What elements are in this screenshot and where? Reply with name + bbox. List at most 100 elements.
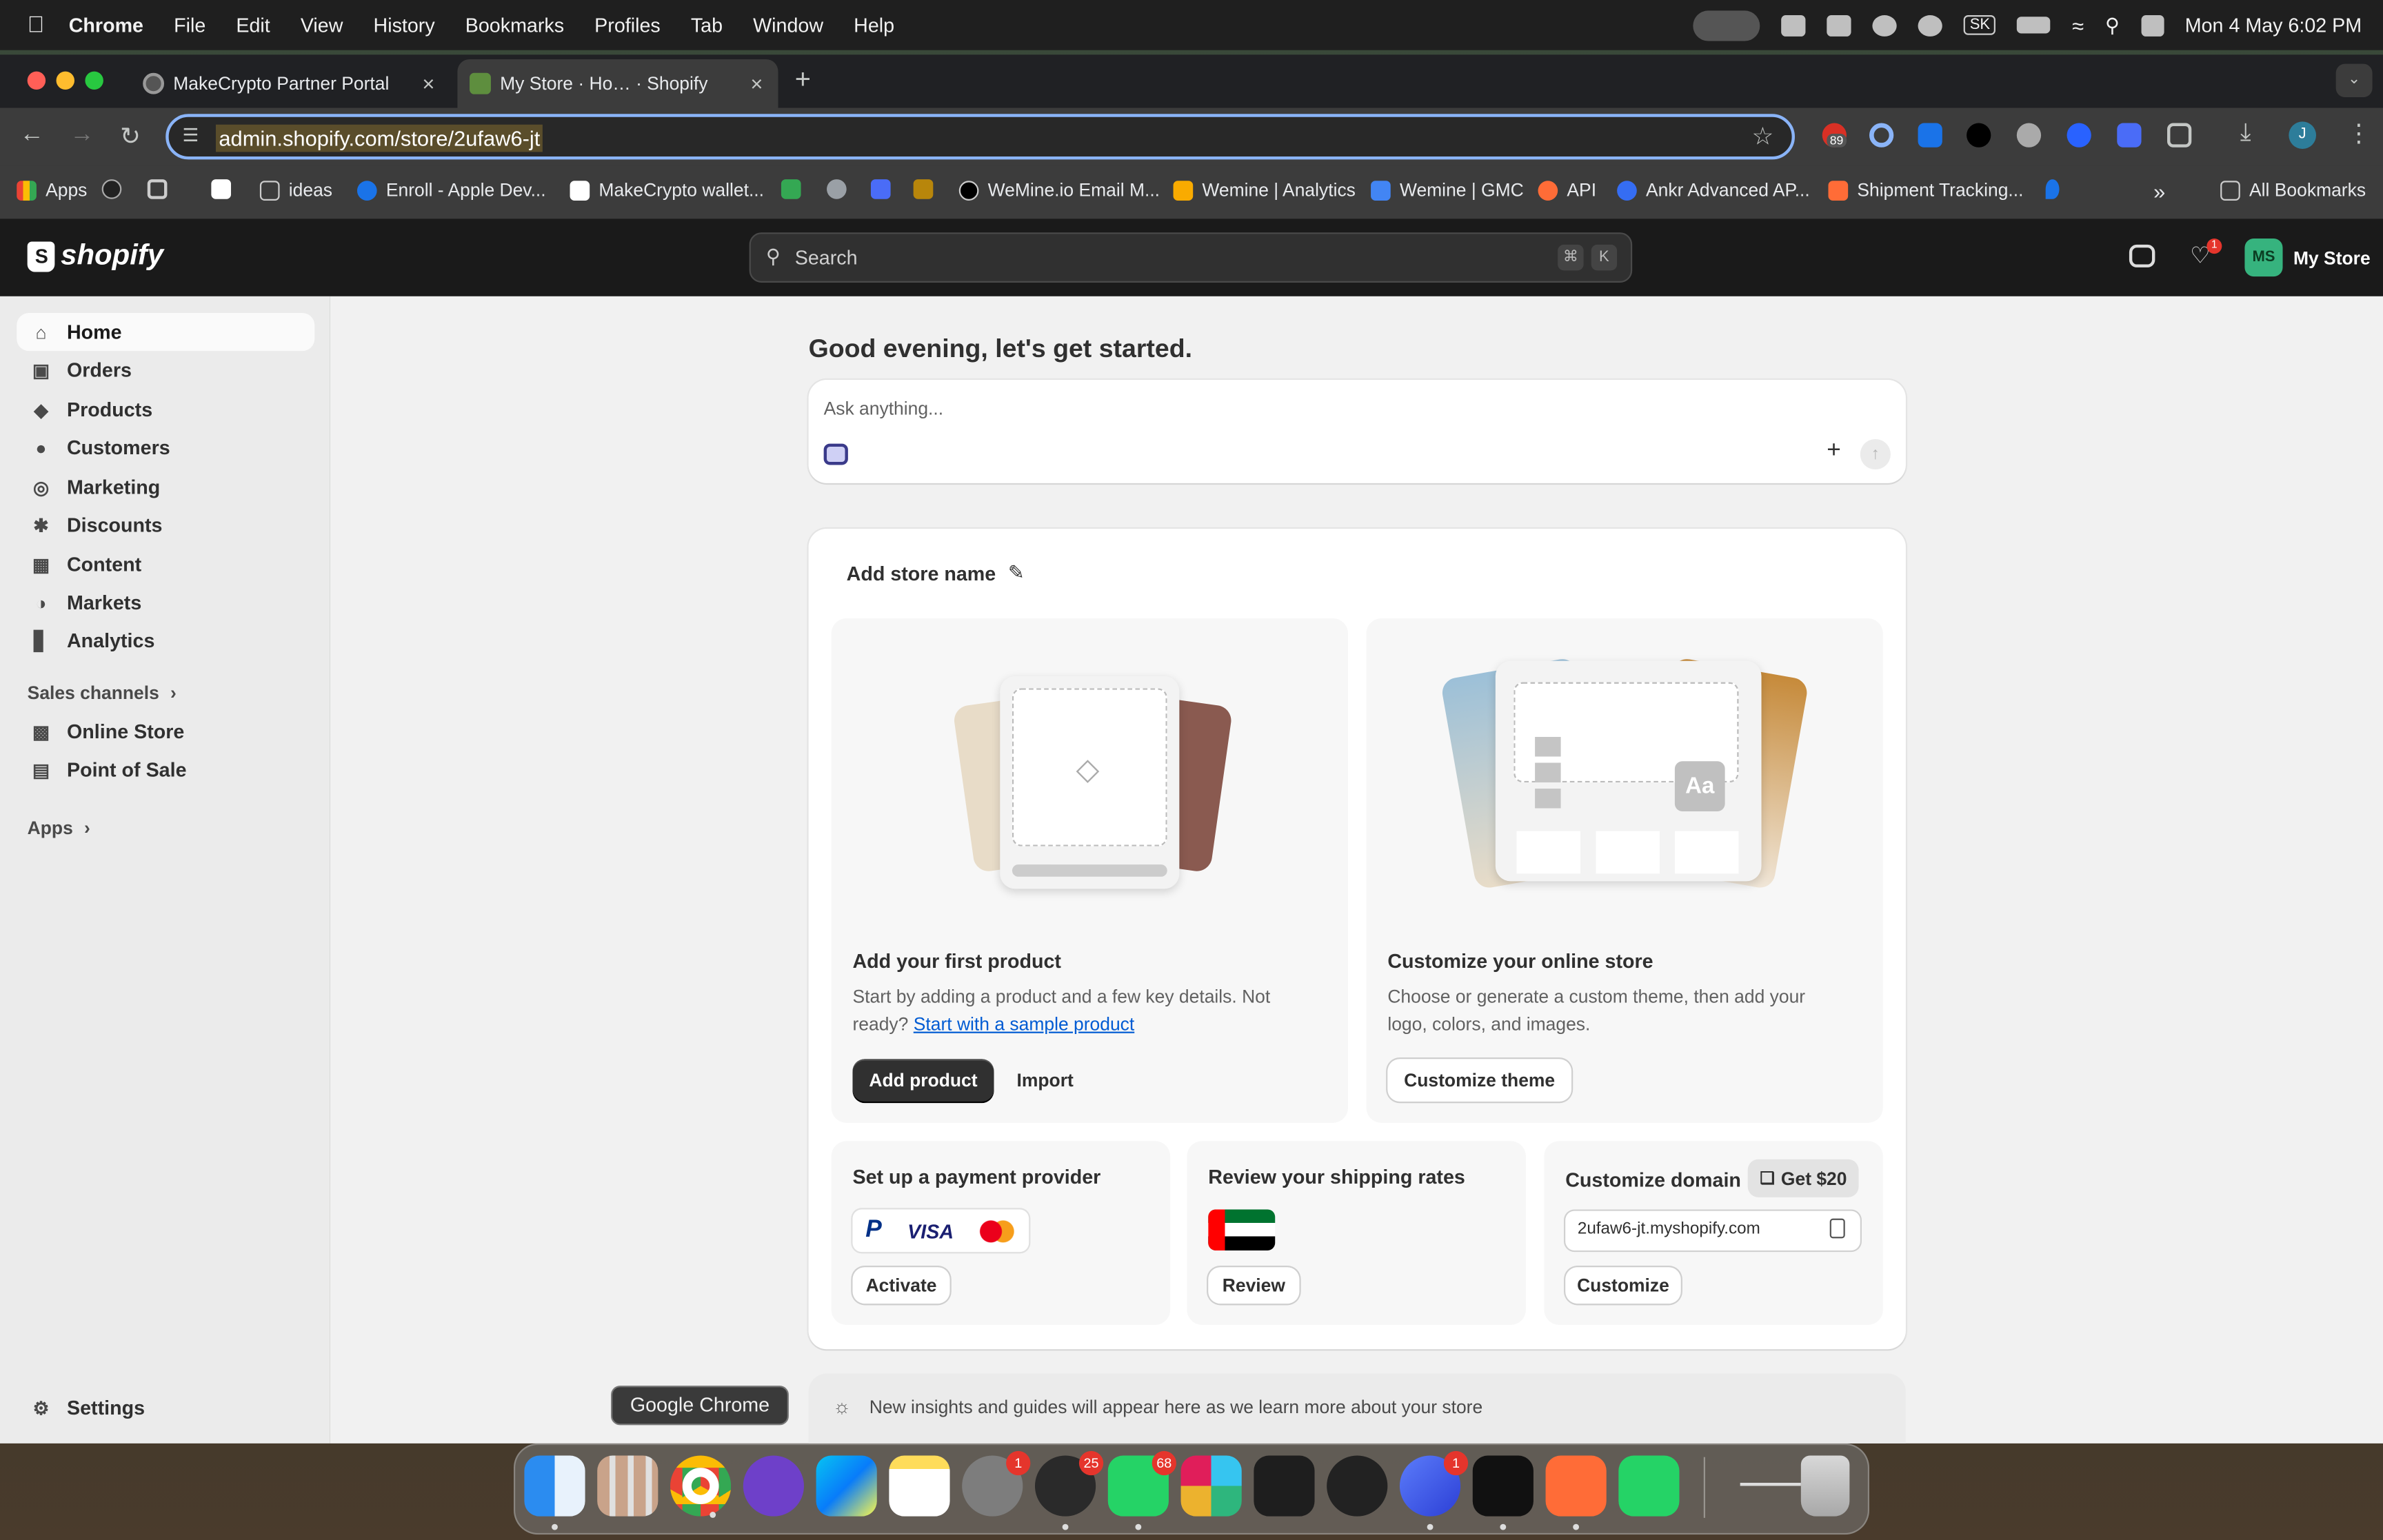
sidebar-item-online-store[interactable]: ▩ Online Store	[17, 713, 314, 751]
bookmark-api[interactable]: API	[1538, 179, 1596, 201]
status-app-icon[interactable]	[1781, 14, 1806, 36]
sidebar-item-markets[interactable]: ◑ Markets	[17, 583, 314, 621]
extension-icon[interactable]	[2016, 123, 2042, 148]
github-desktop-icon[interactable]	[743, 1455, 804, 1517]
status-app-icon[interactable]	[1827, 14, 1851, 36]
back-button[interactable]: ←	[20, 121, 44, 149]
reload-button[interactable]: ↻	[120, 121, 141, 152]
bookmark-star-icon[interactable]: ☆	[1752, 121, 1774, 152]
clipboard-icon[interactable]	[1829, 1218, 1845, 1239]
launchpad-icon[interactable]	[597, 1455, 658, 1517]
sidebar-item-products[interactable]: ◆ Products	[17, 390, 314, 428]
bookmark-apple-dev[interactable]: Enroll - Apple Dev...	[356, 179, 546, 201]
ask-input[interactable]: Ask anything...	[824, 398, 944, 419]
add-product-button[interactable]: Add product	[852, 1059, 994, 1102]
forward-button[interactable]: →	[70, 121, 94, 149]
sidebar-item-orders[interactable]: ▣ Orders	[17, 351, 314, 389]
webstorm-icon[interactable]	[816, 1455, 877, 1517]
plus-icon[interactable]: +	[1827, 438, 1841, 465]
bookmark-icon-only[interactable]	[2045, 179, 2069, 199]
close-tab-icon[interactable]: ×	[422, 72, 434, 96]
bookmark-icon-only[interactable]	[827, 179, 856, 199]
bookmark-apps[interactable]: Apps	[17, 179, 87, 201]
import-button[interactable]: Import	[1017, 1070, 1074, 1091]
review-button[interactable]: Review	[1208, 1267, 1300, 1304]
shopify-logo[interactable]: shopify	[27, 240, 163, 273]
tab-shopify[interactable]: My Store · Ho… · Shopify ×	[457, 59, 778, 108]
sidebar-item-content[interactable]: ▦ Content	[17, 545, 314, 583]
bookmark-makecrypto-wallet[interactable]: MakeCrypto wallet...	[570, 179, 764, 201]
bookmark-wemine-analytics[interactable]: Wemine | Analytics	[1173, 179, 1356, 201]
bookmark-icon-only[interactable]	[101, 179, 131, 199]
chrome-menu-icon[interactable]: ⋮	[2346, 119, 2371, 149]
extension-icon[interactable]	[1918, 123, 1942, 148]
spotlight-search-icon[interactable]: ⚲	[2105, 13, 2120, 37]
extension-icon[interactable]: 89	[1822, 123, 1847, 148]
bookmark-icon-only[interactable]	[147, 179, 177, 199]
linear-icon[interactable]	[1327, 1455, 1388, 1517]
all-bookmarks-folder[interactable]: All Bookmarks	[2220, 179, 2366, 201]
status-app-icon[interactable]	[1872, 14, 1897, 36]
tab-makecrypto[interactable]: MakeCrypto Partner Portal ×	[131, 59, 450, 108]
sidebar-item-settings[interactable]: ⚙ Settings	[17, 1389, 314, 1427]
downloads-icon[interactable]: ⤓	[2240, 120, 2251, 148]
bookmark-wemine-email[interactable]: WeMine.io Email M...	[958, 179, 1160, 201]
menu-history[interactable]: History	[374, 14, 435, 37]
menu-profiles[interactable]: Profiles	[594, 14, 661, 37]
wifi-icon[interactable]: ≈	[2072, 13, 2084, 37]
status-app-icon[interactable]	[1918, 14, 1943, 36]
whatsapp-icon[interactable]: 68	[1107, 1450, 1176, 1530]
finder-icon[interactable]	[524, 1455, 585, 1530]
control-center-icon[interactable]	[2140, 14, 2164, 36]
minimize-window-button[interactable]	[56, 71, 75, 90]
sidebar-item-discounts[interactable]: ✱ Discounts	[17, 506, 314, 544]
input-source-label[interactable]: SK	[1963, 15, 1996, 35]
sidebar-item-analytics[interactable]: ▋ Analytics	[17, 621, 314, 659]
bookmark-icon-only[interactable]	[870, 179, 900, 199]
customize-domain-button[interactable]: Customize	[1565, 1267, 1681, 1304]
sidebar-item-home[interactable]: ⌂ Home	[17, 313, 315, 352]
customize-theme-button[interactable]: Customize theme	[1387, 1059, 1572, 1102]
sidebar-item-customers[interactable]: ● Customers	[17, 429, 314, 467]
extension-icon[interactable]	[1967, 123, 1991, 148]
close-tab-icon[interactable]: ×	[750, 72, 763, 96]
bookmark-folder-ideas[interactable]: ideas	[259, 179, 332, 201]
extension-icon[interactable]	[2117, 123, 2142, 148]
notes-icon[interactable]	[889, 1455, 950, 1517]
messenger-app-icon[interactable]: 1	[1399, 1450, 1469, 1530]
tab-search-button[interactable]: ⌄	[2335, 63, 2373, 98]
menu-tab[interactable]: Tab	[691, 14, 723, 37]
menu-view[interactable]: View	[301, 14, 343, 37]
chrome-icon[interactable]	[670, 1455, 732, 1518]
extension-icon[interactable]	[2067, 123, 2091, 148]
apps-header[interactable]: Apps ›	[28, 818, 90, 839]
capcut-icon[interactable]	[1472, 1455, 1534, 1530]
zoom-window-button[interactable]	[85, 71, 103, 90]
domain-field[interactable]: 2ufaw6-jt.myshopify.com	[1565, 1210, 1860, 1250]
close-window-button[interactable]	[27, 71, 46, 90]
get-20-badge[interactable]: ❑ Get $20	[1747, 1159, 1860, 1197]
menubar-datetime[interactable]: Mon 4 May 6:02 PM	[2185, 14, 2362, 37]
store-switcher[interactable]: MS My Store	[2244, 239, 2371, 277]
slack-icon[interactable]	[1180, 1455, 1242, 1517]
pencil-icon[interactable]: ✎	[1008, 560, 1025, 585]
address-bar[interactable]: ☰ admin.shopify.com/store/2ufaw6-jt ☆	[165, 114, 1796, 160]
store-name-row[interactable]: Add store name ✎	[847, 560, 1025, 585]
profile-avatar[interactable]: J	[2289, 121, 2317, 150]
bookmark-icon-only[interactable]	[781, 179, 810, 199]
whatsapp-business-icon[interactable]	[1618, 1455, 1680, 1517]
bookmark-ankr[interactable]: Ankr Advanced AP...	[1617, 179, 1810, 201]
postman-icon[interactable]	[1545, 1455, 1607, 1530]
menu-app-name[interactable]: Chrome	[69, 14, 143, 37]
menu-edit[interactable]: Edit	[236, 14, 270, 37]
search-input[interactable]: ⚲ Search ⌘ K	[749, 232, 1633, 283]
new-tab-button[interactable]: +	[795, 64, 811, 96]
menu-help[interactable]: Help	[854, 14, 894, 37]
apple-icon[interactable]: 	[28, 12, 45, 38]
extension-icon[interactable]	[1869, 123, 1894, 148]
extensions-puzzle-icon[interactable]	[2167, 123, 2192, 148]
menu-bookmarks[interactable]: Bookmarks	[465, 14, 564, 37]
downloads-stack-icon[interactable]	[1740, 1455, 1801, 1517]
sidebar-item-point-of-sale[interactable]: ▤ Point of Sale	[17, 751, 314, 789]
trash-icon[interactable]	[1800, 1455, 1850, 1517]
